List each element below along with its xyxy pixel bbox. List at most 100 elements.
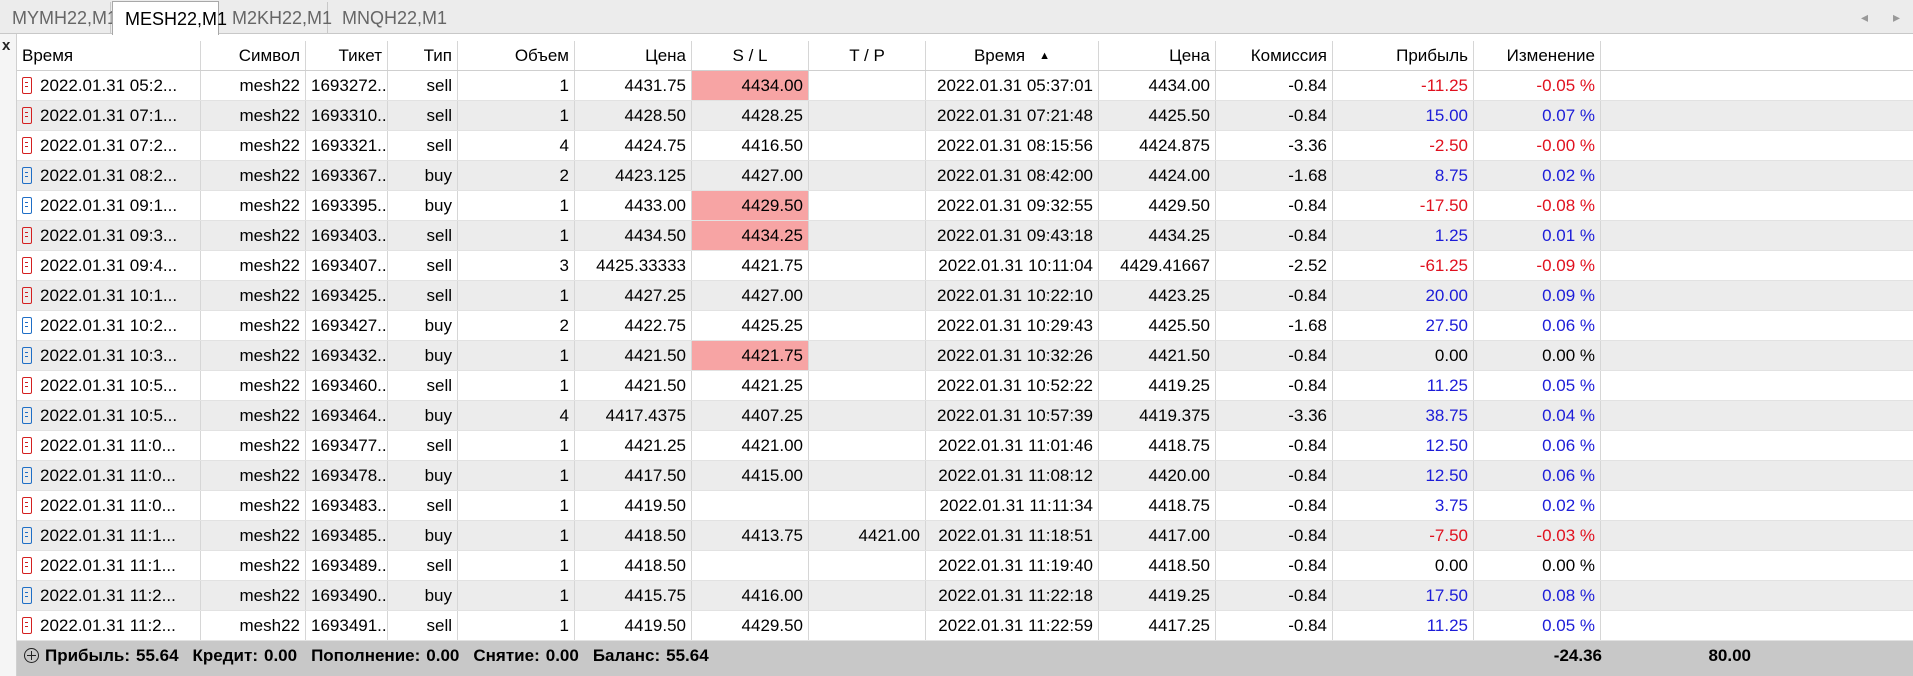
column-header-ticket[interactable]: Тикет <box>306 41 388 70</box>
cell-commission: -0.84 <box>1216 71 1333 100</box>
cell-text: sell <box>426 496 452 515</box>
table-row[interactable]: 2022.01.31 11:2... mesh22 1693491... sell 1 4… <box>17 611 1913 641</box>
cell-open-price: 4431.75 <box>575 71 692 100</box>
cell-text: 1693427... <box>311 316 388 335</box>
column-header-volume[interactable]: Объем <box>458 41 575 70</box>
cell-text: -2.52 <box>1288 256 1327 275</box>
cell-text: 0.02 % <box>1542 496 1595 515</box>
column-header-open-price[interactable]: Цена <box>575 41 692 70</box>
table-row[interactable]: 2022.01.31 11:0... mesh22 1693478... buy 1 44… <box>17 461 1913 491</box>
close-icon[interactable]: x <box>2 38 10 54</box>
column-header-symbol[interactable]: Символ <box>201 41 306 70</box>
tab-scroll-left-icon[interactable]: ◂ <box>1861 5 1868 29</box>
cell-close-time: 2022.01.31 09:43:18 <box>926 221 1099 250</box>
cell-open-price: 4418.50 <box>575 551 692 580</box>
column-header-type[interactable]: Тип <box>388 41 458 70</box>
table-row[interactable]: 2022.01.31 09:3... mesh22 1693403... sell 1 4… <box>17 221 1913 251</box>
cell-symbol: mesh22 <box>201 251 306 280</box>
table-row[interactable]: 2022.01.31 05:2... mesh22 1693272... sell 1 4… <box>17 71 1913 101</box>
cell-type: sell <box>388 281 458 310</box>
cell-take-profit <box>809 281 926 310</box>
tab-mnqh22-m1[interactable]: MNQH22,M1 <box>330 2 447 34</box>
cell-text: 2022.01.31 07:21:48 <box>937 106 1093 125</box>
column-header-change[interactable]: Изменение <box>1474 41 1601 70</box>
cell-text: -0.84 <box>1288 496 1327 515</box>
cell-text: 4415.75 <box>624 586 686 605</box>
table-row[interactable]: 2022.01.31 11:0... mesh22 1693483... sell 1 4… <box>17 491 1913 521</box>
table-row[interactable]: 2022.01.31 09:1... mesh22 1693395... buy 1 44… <box>17 191 1913 221</box>
cell-take-profit <box>809 251 926 280</box>
cell-volume: 1 <box>458 431 575 460</box>
table-row[interactable]: 2022.01.31 11:2... mesh22 1693490... buy 1 44… <box>17 581 1913 611</box>
summary-text: Прибыль: 55.64 Кредит: 0.00 Пополнение: 0.00 С… <box>24 641 723 671</box>
cell-text: mesh22 <box>239 256 300 275</box>
cell-close-time: 2022.01.31 10:32:26 <box>926 341 1099 370</box>
column-header-open-time[interactable]: Время <box>17 41 201 70</box>
cell-open-price: 4421.25 <box>575 431 692 460</box>
cell-volume: 1 <box>458 491 575 520</box>
sell-order-icon <box>22 107 32 124</box>
tab-scroll-right-icon[interactable]: ▸ <box>1893 5 1900 29</box>
summary-bar: Прибыль: 55.64 Кредит: 0.00 Пополнение: 0.00 С… <box>17 641 1913 676</box>
cell-text: 2022.01.31 08:42:00 <box>937 166 1093 185</box>
cell-text: 2022.01.31 10:52:22 <box>937 376 1093 395</box>
cell-text: 2022.01.31 11:11:34 <box>939 496 1093 515</box>
cell-text: 4 <box>559 136 569 155</box>
cell-ticket: 1693432... <box>306 341 388 370</box>
tab-mesh22-m1[interactable]: MESH22,M1 <box>112 1 227 35</box>
column-header-commission[interactable]: Комиссия <box>1216 41 1333 70</box>
cell-text: 2022.01.31 11:0... <box>40 436 176 455</box>
table-row[interactable]: 2022.01.31 07:1... mesh22 1693310... sell 1 4… <box>17 101 1913 131</box>
cell-text: 2022.01.31 11:1... <box>40 526 176 545</box>
table-row[interactable]: 2022.01.31 10:1... mesh22 1693425... sell 1 4… <box>17 281 1913 311</box>
cell-stop-loss: 4427.00 <box>692 281 809 310</box>
buy-order-icon <box>22 407 32 424</box>
cell-text: 2022.01.31 11:01:46 <box>938 436 1093 455</box>
column-header-stop-loss[interactable]: S / L <box>692 41 809 70</box>
cell-stop-loss: 4407.25 <box>692 401 809 430</box>
cell-symbol: mesh22 <box>201 341 306 370</box>
cell-symbol: mesh22 <box>201 311 306 340</box>
table-row[interactable]: 2022.01.31 08:2... mesh22 1693367... buy 2 44… <box>17 161 1913 191</box>
tab-mymh22-m1[interactable]: MYMH22,M1 <box>0 2 117 34</box>
table-row[interactable]: 2022.01.31 10:3... mesh22 1693432... buy 1 44… <box>17 341 1913 371</box>
table-row[interactable]: 2022.01.31 11:1... mesh22 1693485... buy 1 44… <box>17 521 1913 551</box>
cell-take-profit <box>809 191 926 220</box>
column-header-profit[interactable]: Прибыль <box>1333 41 1474 70</box>
cell-close-price: 4425.50 <box>1099 101 1216 130</box>
cell-type: buy <box>388 191 458 220</box>
cell-text: 4428.25 <box>741 106 803 125</box>
column-header-close-time[interactable]: Время ▲ <box>926 41 1099 70</box>
table-body: 2022.01.31 05:2... mesh22 1693272... sell 1 4… <box>17 71 1913 641</box>
cell-symbol: mesh22 <box>201 551 306 580</box>
cell-text: 0.01 % <box>1542 226 1595 245</box>
cell-text: 0.04 % <box>1542 406 1595 425</box>
cell-text: -0.84 <box>1288 286 1327 305</box>
cell-text: 1 <box>559 76 569 95</box>
cell-text: 4419.50 <box>624 616 686 635</box>
cell-open-time: 2022.01.31 11:2... <box>17 611 201 640</box>
table-row[interactable]: 2022.01.31 10:5... mesh22 1693464... buy 4 44… <box>17 401 1913 431</box>
tab-m2kh22-m1[interactable]: M2KH22,M1 <box>220 2 332 34</box>
cell-change: 0.02 % <box>1474 491 1601 520</box>
expand-plus-icon[interactable] <box>24 648 39 663</box>
summary-balance-label: Баланс: <box>592 646 661 665</box>
cell-stop-loss: 4415.00 <box>692 461 809 490</box>
table-row[interactable]: 2022.01.31 07:2... mesh22 1693321... sell 4 4… <box>17 131 1913 161</box>
column-header-take-profit[interactable]: T / P <box>809 41 926 70</box>
table-row[interactable]: 2022.01.31 11:1... mesh22 1693489... sell 1 4… <box>17 551 1913 581</box>
cell-open-time: 2022.01.31 11:1... <box>17 551 201 580</box>
cell-profit: 12.50 <box>1333 431 1474 460</box>
cell-ticket: 1693483... <box>306 491 388 520</box>
table-row[interactable]: 2022.01.31 10:2... mesh22 1693427... buy 2 44… <box>17 311 1913 341</box>
cell-text: 2022.01.31 11:2... <box>40 586 176 605</box>
cell-text: 4423.25 <box>1148 286 1210 305</box>
column-header-label: T / P <box>849 46 885 65</box>
cell-volume: 1 <box>458 521 575 550</box>
column-header-label: Тикет <box>338 46 382 65</box>
table-row[interactable]: 2022.01.31 10:5... mesh22 1693460... sell 1 4… <box>17 371 1913 401</box>
column-header-close-price[interactable]: Цена <box>1099 41 1216 70</box>
buy-order-icon <box>22 317 32 334</box>
table-row[interactable]: 2022.01.31 09:4... mesh22 1693407... sell 3 4… <box>17 251 1913 281</box>
table-row[interactable]: 2022.01.31 11:0... mesh22 1693477... sell 1 4… <box>17 431 1913 461</box>
